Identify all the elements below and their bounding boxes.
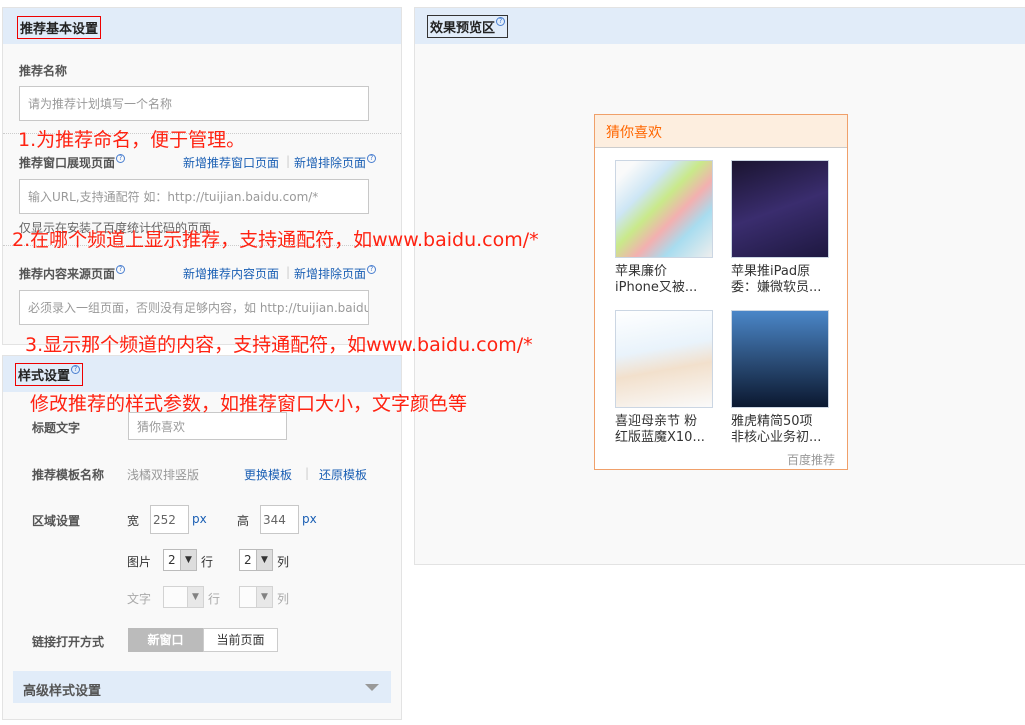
widget-footer: 百度推荐	[786, 453, 835, 467]
add-exclude-page-link[interactable]: 新增排除页面?	[294, 154, 377, 171]
help-icon[interactable]: ?	[116, 154, 126, 163]
chevron-down-icon: ▼	[256, 550, 272, 570]
restore-template-link[interactable]: 还原模板	[319, 466, 367, 483]
separator: |	[286, 154, 291, 168]
advanced-style-toggle[interactable]: 高级样式设置	[13, 671, 391, 703]
separator: |	[286, 265, 291, 279]
width-label: 宽	[127, 514, 140, 528]
window-page-label: 推荐窗口展现页面?	[19, 154, 126, 171]
add-exclude-source-link[interactable]: 新增排除页面?	[294, 265, 377, 282]
help-icon[interactable]: ?	[496, 17, 506, 26]
item-caption[interactable]: 苹果推iPad原 委：嫌微软员...	[731, 264, 831, 296]
name-label: 推荐名称	[19, 64, 68, 78]
template-name: 浅橘双排竖版	[127, 468, 200, 482]
link-open-label: 链接打开方式	[32, 635, 105, 649]
annotation: 1.为推荐命名，便于管理。	[18, 129, 246, 151]
text-rows-select[interactable]: ▼	[163, 586, 204, 608]
annotation: 2.在哪个频道上显示推荐，支持通配符，如www.baidu.com/*	[12, 229, 539, 251]
chevron-down-icon: ▼	[180, 550, 196, 570]
area-label: 区域设置	[32, 514, 81, 528]
panel-header: 样式设置?	[3, 356, 401, 392]
thumbnail-image[interactable]	[615, 310, 713, 408]
name-input[interactable]: 请为推荐计划填写一个名称	[19, 86, 369, 121]
panel-title: 效果预览区?	[427, 15, 509, 38]
basic-settings-panel: 推荐基本设置 推荐名称 请为推荐计划填写一个名称 推荐窗口展现页面? 新增推荐窗…	[2, 7, 402, 345]
source-url-input[interactable]: 必须录入一组页面，否则没有足够内容，如 http://tuijian.baidu…	[19, 290, 369, 325]
help-icon[interactable]: ?	[367, 154, 377, 163]
add-source-page-link[interactable]: 新增推荐内容页面	[183, 265, 279, 282]
change-template-link[interactable]: 更换模板	[244, 466, 292, 483]
widget-title: 猜你喜欢	[595, 115, 847, 148]
cols-unit: 列	[277, 555, 290, 569]
cols-unit: 列	[277, 592, 290, 606]
thumbnail-image[interactable]	[615, 160, 713, 258]
help-icon[interactable]: ?	[116, 265, 126, 274]
annotation: 3.显示那个频道的内容，支持通配符，如www.baidu.com/*	[25, 334, 533, 356]
add-window-page-link[interactable]: 新增推荐窗口页面	[183, 154, 279, 171]
item-caption[interactable]: 雅虎精简50项 非核心业务初...	[731, 414, 831, 446]
advanced-style-label: 高级样式设置	[23, 684, 102, 699]
preview-panel: 效果预览区? 猜你喜欢 苹果廉价 iPhone又被... 苹果推iPad原 委：嫌微…	[414, 7, 1025, 565]
source-page-label: 推荐内容来源页面?	[19, 265, 126, 282]
panel-title: 推荐基本设置	[17, 16, 102, 39]
image-label: 图片	[127, 555, 152, 569]
caret-down-icon	[365, 684, 379, 691]
template-label: 推荐模板名称	[32, 468, 105, 482]
title-text-label: 标题文字	[32, 421, 81, 435]
image-cols-select[interactable]: 2 ▼	[239, 549, 273, 571]
new-window-button[interactable]: 新窗口	[128, 628, 203, 652]
item-caption[interactable]: 喜迎母亲节 粉红版蓝魔X10...	[615, 414, 715, 446]
width-unit: px	[192, 512, 207, 526]
rows-unit: 行	[208, 592, 221, 606]
text-label: 文字	[127, 592, 152, 606]
rows-unit: 行	[201, 555, 214, 569]
current-page-button[interactable]: 当前页面	[203, 628, 278, 652]
panel-header: 推荐基本设置	[3, 8, 401, 44]
item-caption[interactable]: 苹果廉价 iPhone又被...	[615, 264, 715, 296]
width-input[interactable]: 252	[150, 505, 189, 534]
height-input[interactable]: 344	[260, 505, 299, 534]
annotation: 修改推荐的样式参数，如推荐窗口大小，文字颜色等	[30, 393, 468, 415]
chevron-down-icon: ▼	[256, 587, 272, 607]
help-icon[interactable]: ?	[367, 265, 377, 274]
text-cols-select[interactable]: ▼	[239, 586, 273, 608]
separator: |	[305, 466, 310, 480]
height-label: 高	[237, 514, 250, 528]
thumbnail-image[interactable]	[731, 160, 829, 258]
panel-header: 效果预览区?	[415, 8, 1025, 44]
chevron-down-icon: ▼	[187, 587, 203, 607]
recommend-widget: 猜你喜欢 苹果廉价 iPhone又被... 苹果推iPad原 委：嫌微软员... 喜…	[594, 114, 848, 470]
title-text-input[interactable]: 猜你喜欢	[128, 412, 287, 440]
thumbnail-image[interactable]	[731, 310, 829, 408]
image-rows-select[interactable]: 2 ▼	[163, 549, 197, 571]
panel-title: 样式设置?	[15, 363, 84, 386]
help-icon[interactable]: ?	[71, 365, 81, 374]
window-url-input[interactable]: 输入URL,支持通配符 如：http://tuijian.baidu.com/*	[19, 179, 369, 214]
height-unit: px	[302, 512, 317, 526]
